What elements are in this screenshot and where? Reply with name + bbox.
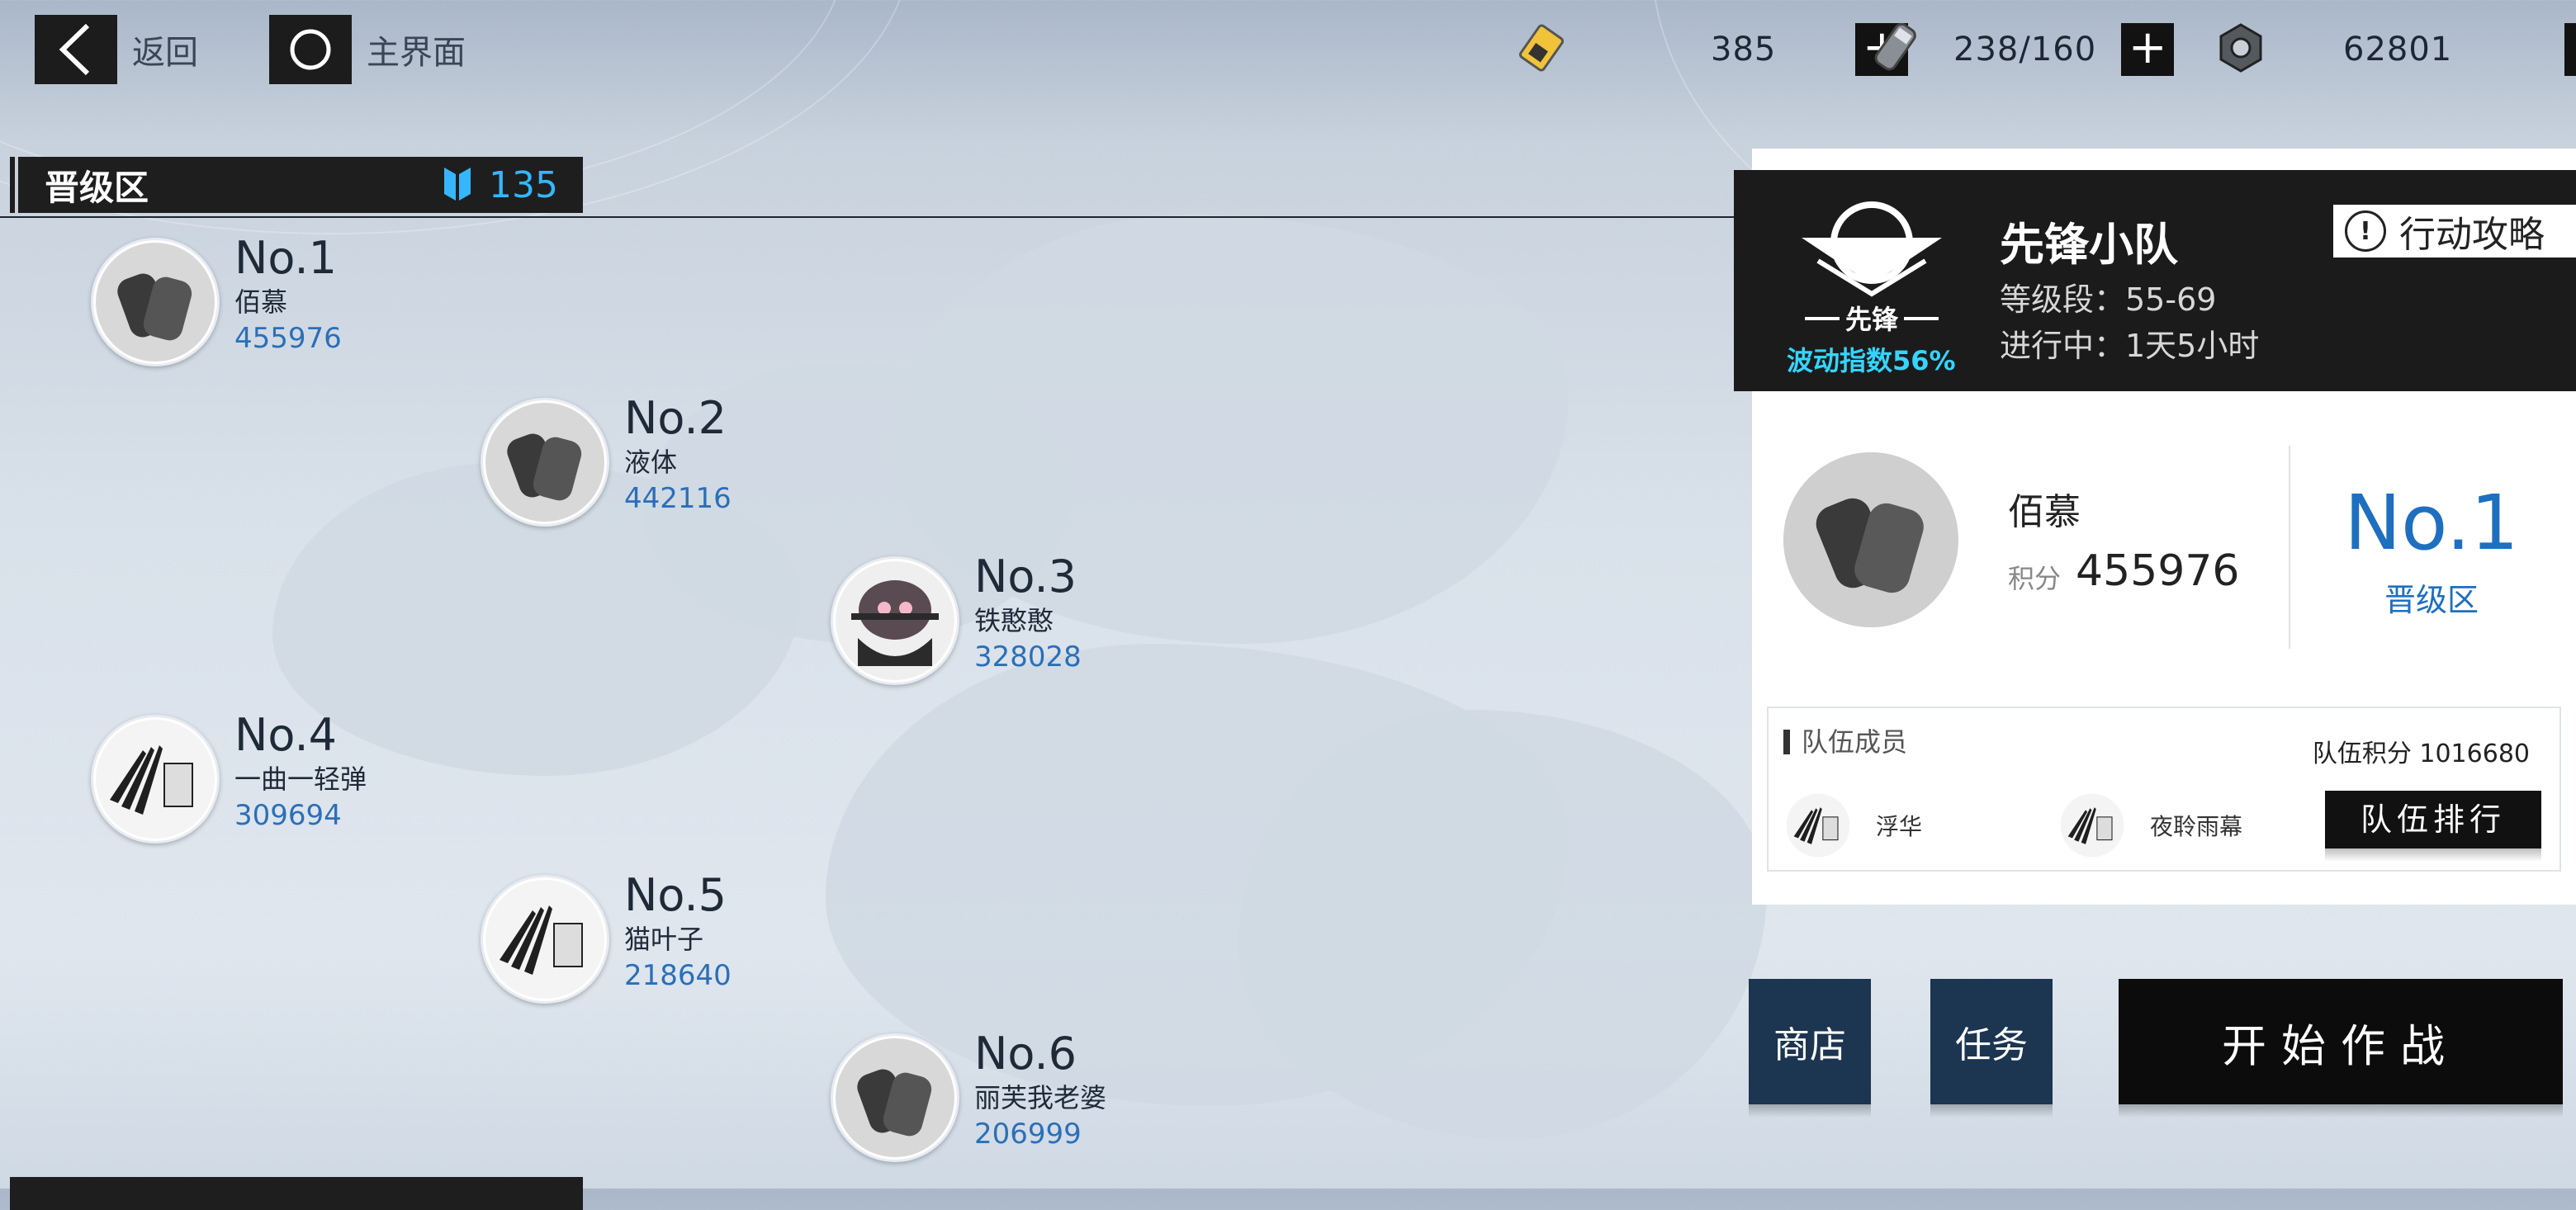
- robot-avatar: [831, 556, 959, 685]
- player-name: 丽芙我老婆: [974, 1082, 1107, 1113]
- resource-nuts: 62801 +: [2214, 18, 2576, 81]
- player-name: 一曲一轻弹: [234, 763, 367, 795]
- squad-name: 先锋小队: [2000, 219, 2178, 271]
- add-battery-button[interactable]: +: [2121, 23, 2175, 76]
- members-header: 队伍成员: [1783, 729, 1907, 755]
- ticket-icon: [1511, 17, 1572, 82]
- resource-battery: 238/160 +: [1869, 17, 2175, 82]
- dogtag-avatar: [831, 1033, 959, 1162]
- team-score: 队伍积分 1016680: [2312, 740, 2530, 768]
- button-shadow: [1749, 1104, 1871, 1118]
- level-range: 等级段：55-69: [2000, 281, 2217, 318]
- shop-button[interactable]: 商店: [1749, 979, 1871, 1104]
- tickets-value: 385: [1711, 31, 1777, 69]
- wing-avatar: [481, 875, 609, 1004]
- emblem-text: 先锋: [1845, 304, 1899, 332]
- back-arrow-icon: [35, 15, 117, 84]
- rank-entry[interactable]: No.3 铁憨憨 328028: [831, 551, 1082, 685]
- player-score: 328028: [974, 640, 1082, 674]
- back-button[interactable]: 返回: [35, 15, 198, 84]
- guide-button[interactable]: ! 行动攻略: [2333, 205, 2576, 258]
- my-zone: 晋级区: [2384, 582, 2479, 618]
- player-score: 455976: [234, 322, 342, 355]
- add-nuts-button[interactable]: +: [2564, 23, 2576, 76]
- rank-number: No.6: [974, 1028, 1077, 1080]
- button-shadow: [2119, 1104, 2563, 1118]
- rank-entry[interactable]: No.6 丽芙我老婆 206999: [831, 1028, 1107, 1162]
- wave-index: 波动指数56%: [1787, 345, 1956, 376]
- home-circle-icon: [269, 15, 352, 84]
- wing-avatar: [91, 715, 220, 844]
- player-name: 佰慕: [234, 286, 288, 318]
- rank-number: No.5: [624, 869, 727, 921]
- button-shadow: [2325, 848, 2541, 862]
- zone-divider: [0, 216, 1742, 218]
- nut-icon: [2214, 21, 2267, 78]
- zone-count: 135: [489, 163, 558, 206]
- rank-entry[interactable]: No.4 一曲一轻弹 309694: [91, 710, 367, 844]
- nuts-value: 62801: [2343, 31, 2453, 69]
- player-score: 309694: [234, 799, 342, 832]
- member-item[interactable]: 浮华: [1785, 792, 1922, 858]
- player-score: 206999: [974, 1118, 1082, 1151]
- my-rank: No.1: [2344, 479, 2519, 567]
- rank-number: No.3: [974, 551, 1077, 603]
- home-label: 主界面: [367, 34, 466, 72]
- rank-number: No.2: [624, 392, 727, 444]
- rank-entry[interactable]: No.2 液体 442116: [481, 393, 732, 527]
- task-button[interactable]: 任务: [1930, 979, 2053, 1104]
- people-icon: [441, 163, 474, 207]
- exclamation-icon: !: [2345, 210, 2386, 252]
- zone-header: 晋级区 135: [10, 157, 583, 213]
- my-name: 佰慕: [2008, 491, 2081, 533]
- panel-divider: [2289, 446, 2290, 649]
- member-name: 夜聆雨幕: [2150, 813, 2243, 840]
- vanguard-emblem-icon: 先锋: [1785, 191, 1958, 335]
- zone-title: 晋级区: [45, 167, 149, 208]
- battery-value: 238/160: [1953, 31, 2097, 69]
- rank-entry[interactable]: No.1 佰慕 455976: [91, 233, 342, 366]
- my-avatar: [1783, 452, 1958, 627]
- start-battle-button[interactable]: 开始作战: [2119, 979, 2563, 1104]
- dogtag-avatar: [91, 238, 220, 366]
- battery-icon: [1869, 17, 1922, 82]
- rank-entry[interactable]: No.5 猫叶子 218640: [481, 870, 732, 1004]
- squad-status: 进行中：1天5小时: [2000, 328, 2260, 364]
- wing-avatar: [1785, 792, 1851, 858]
- guide-label: 行动攻略: [2399, 214, 2545, 256]
- dogtag-avatar: [481, 398, 609, 527]
- rank-number: No.1: [234, 232, 338, 284]
- player-name: 猫叶子: [624, 924, 704, 955]
- player-score: 442116: [624, 482, 732, 515]
- button-shadow: [1930, 1104, 2053, 1118]
- rank-number: No.4: [234, 709, 338, 761]
- member-name: 浮华: [1876, 813, 1923, 840]
- home-button[interactable]: 主界面: [269, 15, 466, 84]
- team-ranking-button[interactable]: 队伍排行: [2325, 791, 2541, 848]
- my-score: 455976: [2076, 546, 2240, 596]
- squad-banner: 先锋 波动指数56% 先锋小队 等级段：55-69 进行中：1天5小时: [1734, 170, 2576, 391]
- player-name: 铁憨憨: [974, 605, 1054, 636]
- player-score: 218640: [624, 959, 732, 992]
- wing-avatar: [2059, 792, 2125, 858]
- back-label: 返回: [132, 34, 198, 72]
- next-zone-header: [10, 1177, 583, 1210]
- resource-tickets: 385 +: [1511, 17, 1909, 82]
- member-item[interactable]: 夜聆雨幕: [2059, 792, 2242, 858]
- my-score-label: 积分: [2008, 563, 2062, 594]
- player-name: 液体: [624, 447, 678, 478]
